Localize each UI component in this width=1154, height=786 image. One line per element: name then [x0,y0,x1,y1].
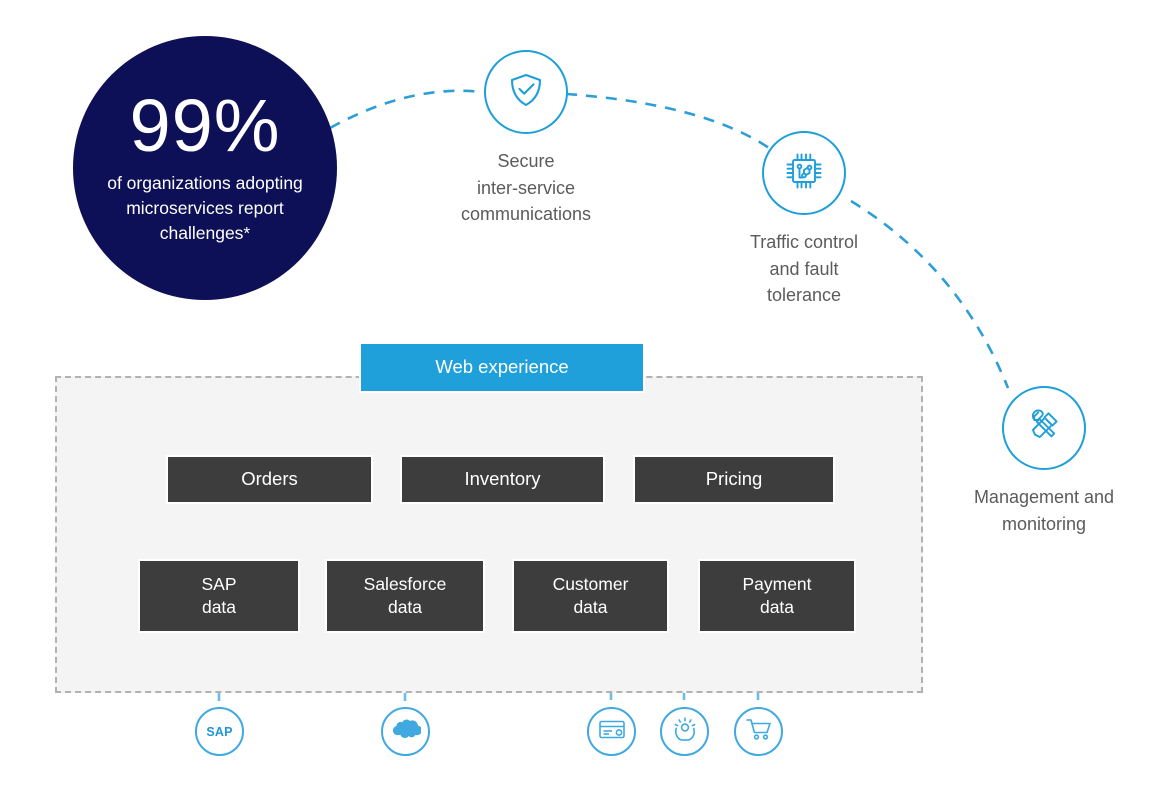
feature-label: Management and monitoring [973,487,1115,534]
system-icon-salesforce[interactable] [381,707,430,756]
node-web-experience[interactable]: Web experience [359,342,645,393]
stat-caption: of organizations adopting microservices … [107,172,303,243]
salesforce-cloud-icon [391,718,422,745]
node-service-pricing[interactable]: Pricing [633,455,835,504]
feature-icon-circle [1002,386,1086,470]
feature-management-monitoring: Management and monitoring [954,386,1134,537]
node-service-inventory[interactable]: Inventory [400,455,605,504]
customer-care-icon [670,715,700,748]
shopping-cart-icon [745,716,773,747]
credit-card-icon [598,718,626,745]
feature-label: Traffic control and fault tolerance [749,232,859,306]
stat-circle: 99% of organizations adopting microservi… [73,36,337,300]
system-icon-payment[interactable] [587,707,636,756]
shield-check-icon [504,68,548,117]
node-data-payment[interactable]: Payment data [698,559,856,633]
sap-logo-icon: SAP [206,724,233,739]
stat-value: 99% [129,83,281,167]
feature-label: Secure inter-service communications [460,151,592,225]
system-icon-sap[interactable]: SAP [195,707,244,756]
architecture-panel [55,376,923,693]
tools-icon [1021,403,1067,454]
infographic-canvas: 99% of organizations adopting microservi… [0,0,1154,786]
node-data-salesforce[interactable]: Salesforce data [325,559,485,633]
feature-traffic-control: Traffic control and fault tolerance [718,131,890,309]
node-data-customer[interactable]: Customer data [512,559,669,633]
node-service-orders[interactable]: Orders [166,455,373,504]
microchip-icon [781,148,827,199]
feature-secure-communications: Secure inter-service communications [440,50,612,228]
system-icon-customer[interactable] [660,707,709,756]
feature-icon-circle [484,50,568,134]
system-icon-commerce[interactable] [734,707,783,756]
node-data-sap[interactable]: SAP data [138,559,300,633]
feature-icon-circle [762,131,846,215]
